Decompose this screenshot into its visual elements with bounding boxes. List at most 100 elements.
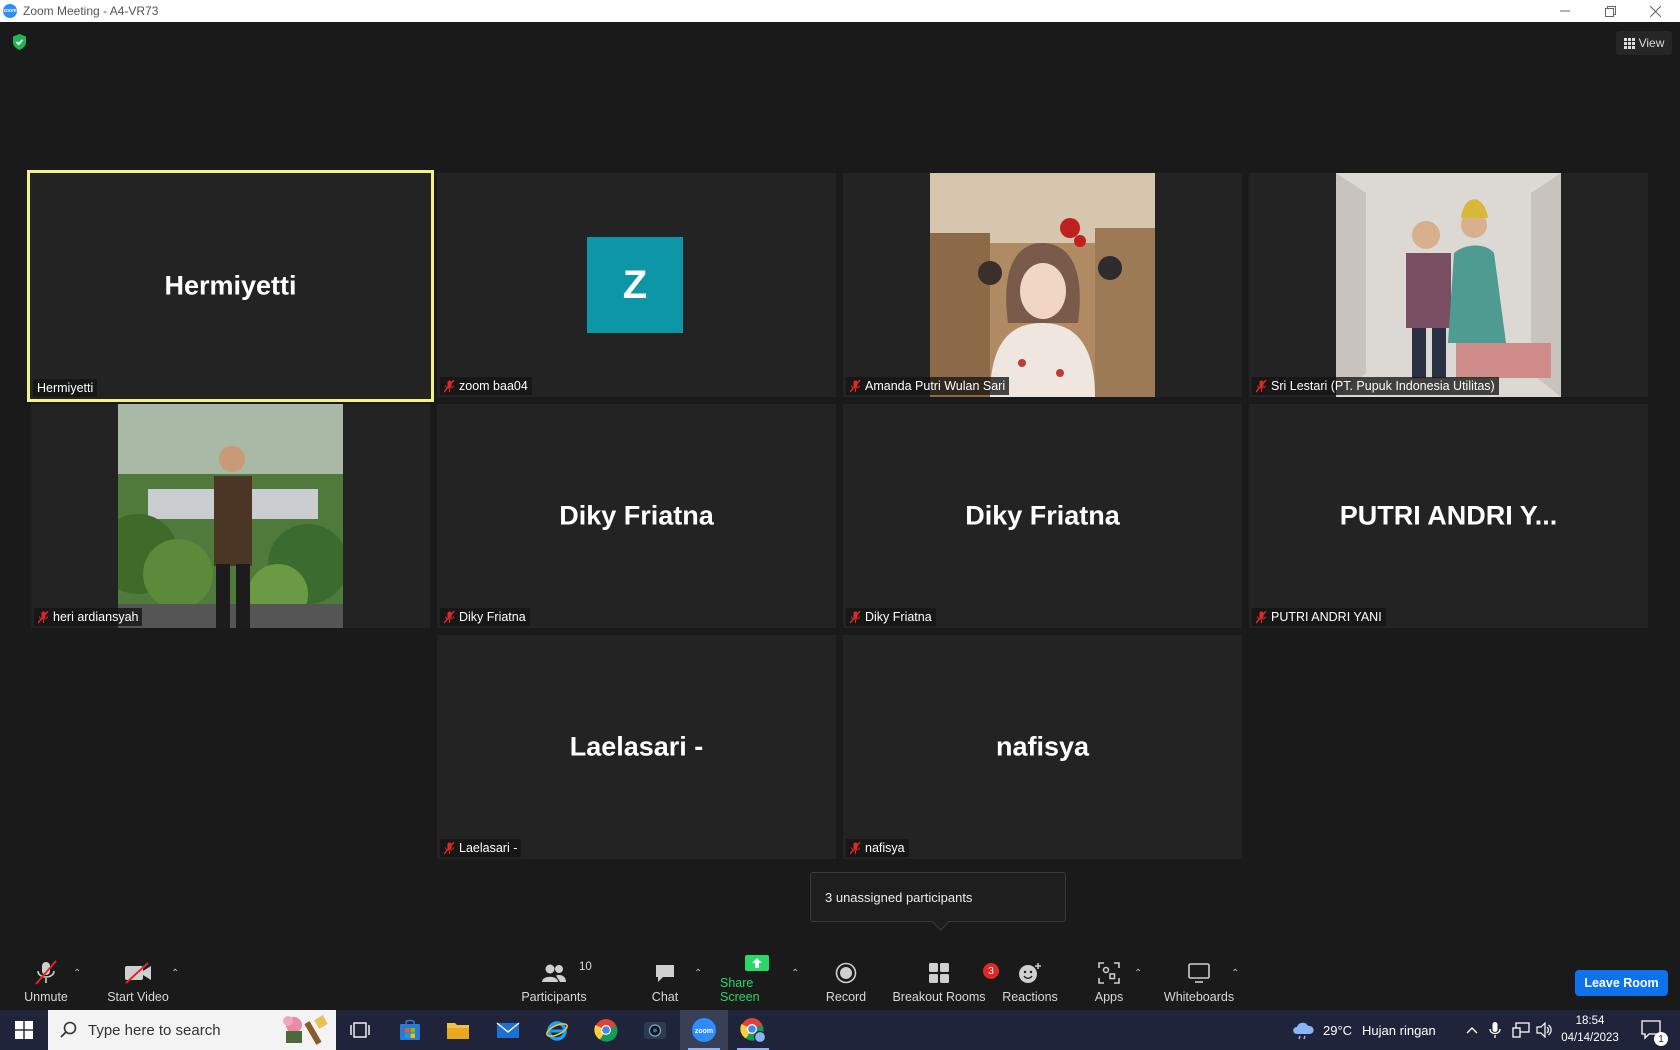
video-tile-amanda[interactable]: Amanda Putri Wulan Sari	[843, 173, 1242, 397]
reactions-button[interactable]: Reactions	[1002, 952, 1058, 1010]
search-placeholder: Type here to search	[88, 1021, 221, 1039]
encryption-shield-icon[interactable]	[12, 34, 27, 50]
notification-count-badge: 1	[1654, 1032, 1668, 1046]
share-screen-button[interactable]: Share Screen	[720, 952, 794, 1010]
clock-time: 18:54	[1575, 1015, 1605, 1027]
avatar: Z	[587, 237, 683, 333]
record-button[interactable]: Record	[823, 952, 869, 1010]
breakout-rooms-label: Breakout Rooms	[892, 990, 986, 1004]
mic-muted-icon	[850, 379, 861, 392]
record-label: Record	[825, 990, 867, 1004]
clock-date: 04/14/2023	[1561, 1032, 1619, 1044]
share-screen-icon	[744, 952, 770, 973]
zoom-app-icon: zoom	[3, 4, 17, 18]
mic-muted-icon	[850, 841, 861, 854]
chat-icon	[654, 959, 676, 987]
restore-button[interactable]	[1587, 0, 1633, 22]
participant-name: nafisya	[865, 841, 905, 855]
audio-options-caret-icon[interactable]: ⌃	[73, 968, 81, 979]
unmute-button[interactable]: Unmute	[18, 952, 74, 1010]
leave-room-button[interactable]: Leave Room	[1575, 970, 1668, 996]
minimize-button[interactable]	[1542, 0, 1588, 22]
microsoft-store-button[interactable]	[386, 1010, 434, 1050]
camera-app-button[interactable]	[631, 1010, 679, 1050]
apps-button[interactable]: Apps	[1094, 952, 1124, 1010]
participant-name: PUTRI ANDRI YANI	[1271, 610, 1382, 624]
show-hidden-icons-button[interactable]	[1466, 1010, 1478, 1050]
zoom-icon: zoom	[692, 1018, 716, 1042]
participant-name: Amanda Putri Wulan Sari	[865, 379, 1006, 393]
participant-name: Diky Friatna	[459, 610, 526, 624]
video-tile-laelasari[interactable]: Laelasari - Laelasari -	[437, 635, 836, 859]
taskbar-clock[interactable]: 18:54 04/14/2023	[1550, 1013, 1630, 1047]
video-tile-zoom-baa04[interactable]: Z zoom baa04	[437, 173, 836, 397]
rain-cloud-icon	[1293, 1022, 1314, 1040]
chat-label: Chat	[651, 990, 679, 1004]
microphone-tray-button[interactable]	[1489, 1010, 1501, 1050]
reactions-icon	[1018, 959, 1042, 987]
search-highlight-illustration-icon	[283, 1015, 328, 1045]
weather-widget[interactable]: 29°C Hujan ringan	[1291, 1010, 1436, 1050]
mic-muted-icon	[850, 610, 861, 623]
view-button[interactable]: View	[1616, 31, 1672, 55]
chrome-profile-icon	[740, 1018, 766, 1043]
zoom-app-icon-text: zoom	[3, 8, 17, 14]
weather-description: Hujan ringan	[1362, 1022, 1436, 1038]
chrome-profile-button[interactable]	[729, 1010, 777, 1050]
breakout-rooms-badge: 3	[983, 963, 999, 979]
mic-muted-icon	[1256, 610, 1267, 623]
internet-explorer-button[interactable]	[533, 1010, 581, 1050]
close-button[interactable]	[1632, 0, 1678, 22]
network-tray-button[interactable]	[1512, 1010, 1530, 1050]
chat-button[interactable]: Chat	[645, 952, 685, 1010]
participant-display-name: Diky Friatna	[559, 500, 714, 531]
apps-label: Apps	[1094, 990, 1124, 1004]
video-tile-sri-lestari[interactable]: Sri Lestari (PT. Pupuk Indonesia Utilita…	[1249, 173, 1648, 397]
unassigned-participants-tooltip[interactable]: 3 unassigned participants	[810, 872, 1066, 922]
participant-name-label: heri ardiansyah	[34, 608, 143, 626]
participant-name-label: PUTRI ANDRI YANI	[1252, 608, 1386, 626]
breakout-rooms-icon: 3	[928, 959, 999, 987]
participant-name-label: nafisya	[846, 839, 909, 857]
video-tile-heri[interactable]: heri ardiansyah	[31, 404, 430, 628]
notifications-button[interactable]: 1	[1641, 1010, 1668, 1050]
chevron-up-icon	[1466, 1027, 1478, 1034]
minimize-icon	[1560, 10, 1570, 12]
participant-name: Hermiyetti	[37, 381, 94, 395]
taskbar-search-box[interactable]: Type here to search	[48, 1010, 336, 1050]
weather-temperature: 29°C	[1323, 1022, 1353, 1038]
apps-options-caret-icon[interactable]: ⌃	[1134, 968, 1142, 979]
video-tile-diky-2[interactable]: Diky Friatna Diky Friatna	[843, 404, 1242, 628]
zoom-taskbar-button[interactable]: zoom	[680, 1010, 728, 1050]
participant-video-image	[118, 404, 343, 628]
mail-button[interactable]	[484, 1010, 532, 1050]
whiteboards-options-caret-icon[interactable]: ⌃	[1231, 968, 1239, 979]
participant-name-label: Diky Friatna	[440, 608, 530, 626]
chrome-button[interactable]	[582, 1010, 630, 1050]
participant-name: Sri Lestari (PT. Pupuk Indonesia Utilita…	[1271, 379, 1495, 393]
participant-name-label: Diky Friatna	[846, 608, 936, 626]
share-options-caret-icon[interactable]: ⌃	[791, 968, 799, 979]
network-icon	[1512, 1022, 1530, 1038]
participant-name: Laelasari -	[459, 841, 518, 855]
mic-muted-icon	[1256, 379, 1267, 392]
chat-options-caret-icon[interactable]: ⌃	[694, 968, 702, 979]
video-tile-putri[interactable]: PUTRI ANDRI Y... PUTRI ANDRI YANI	[1249, 404, 1648, 628]
video-tile-nafisya[interactable]: nafisya nafisya	[843, 635, 1242, 859]
video-tile-diky-1[interactable]: Diky Friatna Diky Friatna	[437, 404, 836, 628]
file-explorer-button[interactable]	[434, 1010, 482, 1050]
chrome-icon	[594, 1019, 618, 1042]
video-options-caret-icon[interactable]: ⌃	[171, 968, 179, 979]
participants-count: 10	[579, 961, 592, 973]
breakout-rooms-button[interactable]: 3 Breakout Rooms	[892, 952, 999, 1010]
start-button[interactable]	[0, 1010, 48, 1050]
participants-button[interactable]: 10 Participants	[520, 952, 591, 1010]
share-screen-label: Share Screen	[720, 976, 760, 1004]
participant-display-name: Laelasari -	[569, 731, 704, 762]
avatar-initial: Z	[622, 262, 648, 307]
video-tile-hermiyetti[interactable]: Hermiyetti Hermiyetti	[27, 170, 434, 402]
start-video-button[interactable]: Start Video	[104, 952, 172, 1010]
participant-name: heri ardiansyah	[53, 610, 139, 624]
whiteboards-button[interactable]: Whiteboards	[1163, 952, 1235, 1010]
task-view-button[interactable]	[336, 1010, 384, 1050]
